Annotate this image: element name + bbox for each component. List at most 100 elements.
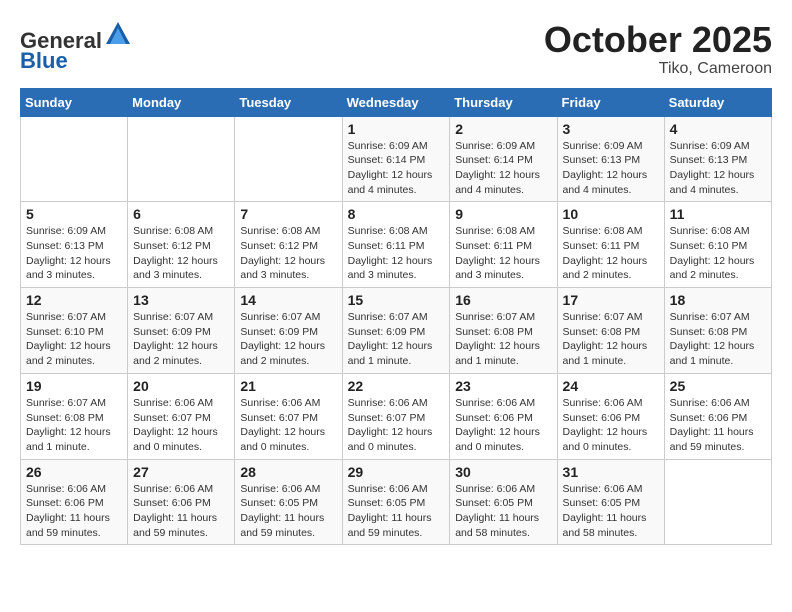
- day-number: 13: [133, 292, 229, 308]
- day-info: Sunrise: 6:09 AMSunset: 6:13 PMDaylight:…: [563, 139, 659, 198]
- day-number: 27: [133, 464, 229, 480]
- day-number: 14: [240, 292, 336, 308]
- day-cell: 24 Sunrise: 6:06 AMSunset: 6:06 PMDayligh…: [557, 373, 664, 459]
- day-cell: 13 Sunrise: 6:07 AMSunset: 6:09 PMDayligh…: [128, 288, 235, 374]
- day-number: 24: [563, 378, 659, 394]
- week-row-1: 1 Sunrise: 6:09 AMSunset: 6:14 PMDaylight…: [21, 116, 772, 202]
- day-cell: 1 Sunrise: 6:09 AMSunset: 6:14 PMDaylight…: [342, 116, 450, 202]
- day-cell: 17 Sunrise: 6:07 AMSunset: 6:08 PMDayligh…: [557, 288, 664, 374]
- day-cell: 18 Sunrise: 6:07 AMSunset: 6:08 PMDayligh…: [664, 288, 771, 374]
- day-number: 9: [455, 206, 551, 222]
- day-info: Sunrise: 6:06 AMSunset: 6:07 PMDaylight:…: [133, 396, 229, 455]
- day-number: 28: [240, 464, 336, 480]
- weekday-thursday: Thursday: [450, 88, 557, 116]
- day-cell: 31 Sunrise: 6:06 AMSunset: 6:05 PMDayligh…: [557, 459, 664, 545]
- week-row-3: 12 Sunrise: 6:07 AMSunset: 6:10 PMDayligh…: [21, 288, 772, 374]
- calendar-body: 1 Sunrise: 6:09 AMSunset: 6:14 PMDaylight…: [21, 116, 772, 545]
- day-number: 2: [455, 121, 551, 137]
- day-number: 12: [26, 292, 122, 308]
- day-cell: 12 Sunrise: 6:07 AMSunset: 6:10 PMDayligh…: [21, 288, 128, 374]
- day-cell: 29 Sunrise: 6:06 AMSunset: 6:05 PMDayligh…: [342, 459, 450, 545]
- day-number: 31: [563, 464, 659, 480]
- day-number: 18: [670, 292, 766, 308]
- day-info: Sunrise: 6:06 AMSunset: 6:05 PMDaylight:…: [240, 482, 336, 541]
- day-info: Sunrise: 6:08 AMSunset: 6:11 PMDaylight:…: [563, 224, 659, 283]
- day-number: 6: [133, 206, 229, 222]
- logo-icon: [104, 20, 132, 48]
- day-cell: 8Sunrise: 6:08 AMSunset: 6:11 PMDaylight…: [342, 202, 450, 288]
- day-number: 19: [26, 378, 122, 394]
- logo-blue: Blue: [20, 48, 68, 73]
- day-number: 11: [670, 206, 766, 222]
- day-info: Sunrise: 6:09 AMSunset: 6:13 PMDaylight:…: [26, 224, 122, 283]
- weekday-saturday: Saturday: [664, 88, 771, 116]
- day-number: 29: [348, 464, 445, 480]
- day-info: Sunrise: 6:07 AMSunset: 6:08 PMDaylight:…: [563, 310, 659, 369]
- day-cell: 20Sunrise: 6:06 AMSunset: 6:07 PMDayligh…: [128, 373, 235, 459]
- day-number: 7: [240, 206, 336, 222]
- weekday-monday: Monday: [128, 88, 235, 116]
- day-info: Sunrise: 6:07 AMSunset: 6:08 PMDaylight:…: [670, 310, 766, 369]
- day-cell: 6 Sunrise: 6:08 AMSunset: 6:12 PMDaylight…: [128, 202, 235, 288]
- day-number: 10: [563, 206, 659, 222]
- day-info: Sunrise: 6:07 AMSunset: 6:09 PMDaylight:…: [348, 310, 445, 369]
- day-cell: 16 Sunrise: 6:07 AMSunset: 6:08 PMDayligh…: [450, 288, 557, 374]
- weekday-header-row: SundayMondayTuesdayWednesdayThursdayFrid…: [21, 88, 772, 116]
- day-info: Sunrise: 6:09 AMSunset: 6:14 PMDaylight:…: [455, 139, 551, 198]
- day-info: Sunrise: 6:06 AMSunset: 6:07 PMDaylight:…: [348, 396, 445, 455]
- day-cell: 5 Sunrise: 6:09 AMSunset: 6:13 PMDaylight…: [21, 202, 128, 288]
- day-cell: [128, 116, 235, 202]
- day-number: 5: [26, 206, 122, 222]
- week-row-4: 19 Sunrise: 6:07 AMSunset: 6:08 PMDayligh…: [21, 373, 772, 459]
- day-info: Sunrise: 6:06 AMSunset: 6:06 PMDaylight:…: [563, 396, 659, 455]
- day-number: 1: [348, 121, 445, 137]
- day-cell: 10 Sunrise: 6:08 AMSunset: 6:11 PMDayligh…: [557, 202, 664, 288]
- day-info: Sunrise: 6:07 AMSunset: 6:08 PMDaylight:…: [455, 310, 551, 369]
- title-block: October 2025 Tiko, Cameroon: [544, 20, 772, 78]
- day-info: Sunrise: 6:08 AMSunset: 6:12 PMDaylight:…: [240, 224, 336, 283]
- day-info: Sunrise: 6:09 AMSunset: 6:14 PMDaylight:…: [348, 139, 445, 198]
- day-info: Sunrise: 6:06 AMSunset: 6:05 PMDaylight:…: [563, 482, 659, 541]
- day-info: Sunrise: 6:07 AMSunset: 6:10 PMDaylight:…: [26, 310, 122, 369]
- day-number: 15: [348, 292, 445, 308]
- day-cell: 4Sunrise: 6:09 AMSunset: 6:13 PMDaylight…: [664, 116, 771, 202]
- day-cell: 23Sunrise: 6:06 AMSunset: 6:06 PMDayligh…: [450, 373, 557, 459]
- day-info: Sunrise: 6:07 AMSunset: 6:09 PMDaylight:…: [133, 310, 229, 369]
- calendar-table: SundayMondayTuesdayWednesdayThursdayFrid…: [20, 88, 772, 546]
- day-cell: 9 Sunrise: 6:08 AMSunset: 6:11 PMDaylight…: [450, 202, 557, 288]
- day-number: 22: [348, 378, 445, 394]
- day-cell: 2 Sunrise: 6:09 AMSunset: 6:14 PMDaylight…: [450, 116, 557, 202]
- day-cell: 26Sunrise: 6:06 AMSunset: 6:06 PMDayligh…: [21, 459, 128, 545]
- weekday-friday: Friday: [557, 88, 664, 116]
- day-cell: 7 Sunrise: 6:08 AMSunset: 6:12 PMDaylight…: [235, 202, 342, 288]
- day-cell: 22 Sunrise: 6:06 AMSunset: 6:07 PMDayligh…: [342, 373, 450, 459]
- logo: General Blue: [20, 20, 132, 73]
- day-cell: 19 Sunrise: 6:07 AMSunset: 6:08 PMDayligh…: [21, 373, 128, 459]
- day-cell: [235, 116, 342, 202]
- day-cell: [21, 116, 128, 202]
- day-info: Sunrise: 6:07 AMSunset: 6:08 PMDaylight:…: [26, 396, 122, 455]
- week-row-2: 5 Sunrise: 6:09 AMSunset: 6:13 PMDaylight…: [21, 202, 772, 288]
- day-number: 3: [563, 121, 659, 137]
- location: Tiko, Cameroon: [544, 60, 772, 78]
- day-number: 17: [563, 292, 659, 308]
- day-number: 16: [455, 292, 551, 308]
- weekday-sunday: Sunday: [21, 88, 128, 116]
- day-info: Sunrise: 6:08 AMSunset: 6:11 PMDaylight:…: [348, 224, 445, 283]
- day-number: 26: [26, 464, 122, 480]
- day-cell: 25 Sunrise: 6:06 AMSunset: 6:06 PMDayligh…: [664, 373, 771, 459]
- day-cell: 11Sunrise: 6:08 AMSunset: 6:10 PMDayligh…: [664, 202, 771, 288]
- day-info: Sunrise: 6:08 AMSunset: 6:11 PMDaylight:…: [455, 224, 551, 283]
- day-number: 23: [455, 378, 551, 394]
- week-row-5: 26Sunrise: 6:06 AMSunset: 6:06 PMDayligh…: [21, 459, 772, 545]
- day-info: Sunrise: 6:06 AMSunset: 6:05 PMDaylight:…: [455, 482, 551, 541]
- month-title: October 2025: [544, 20, 772, 60]
- day-info: Sunrise: 6:09 AMSunset: 6:13 PMDaylight:…: [670, 139, 766, 198]
- day-cell: 3 Sunrise: 6:09 AMSunset: 6:13 PMDaylight…: [557, 116, 664, 202]
- day-cell: 15 Sunrise: 6:07 AMSunset: 6:09 PMDayligh…: [342, 288, 450, 374]
- day-info: Sunrise: 6:08 AMSunset: 6:12 PMDaylight:…: [133, 224, 229, 283]
- day-info: Sunrise: 6:06 AMSunset: 6:06 PMDaylight:…: [670, 396, 766, 455]
- day-number: 30: [455, 464, 551, 480]
- day-number: 25: [670, 378, 766, 394]
- day-info: Sunrise: 6:06 AMSunset: 6:05 PMDaylight:…: [348, 482, 445, 541]
